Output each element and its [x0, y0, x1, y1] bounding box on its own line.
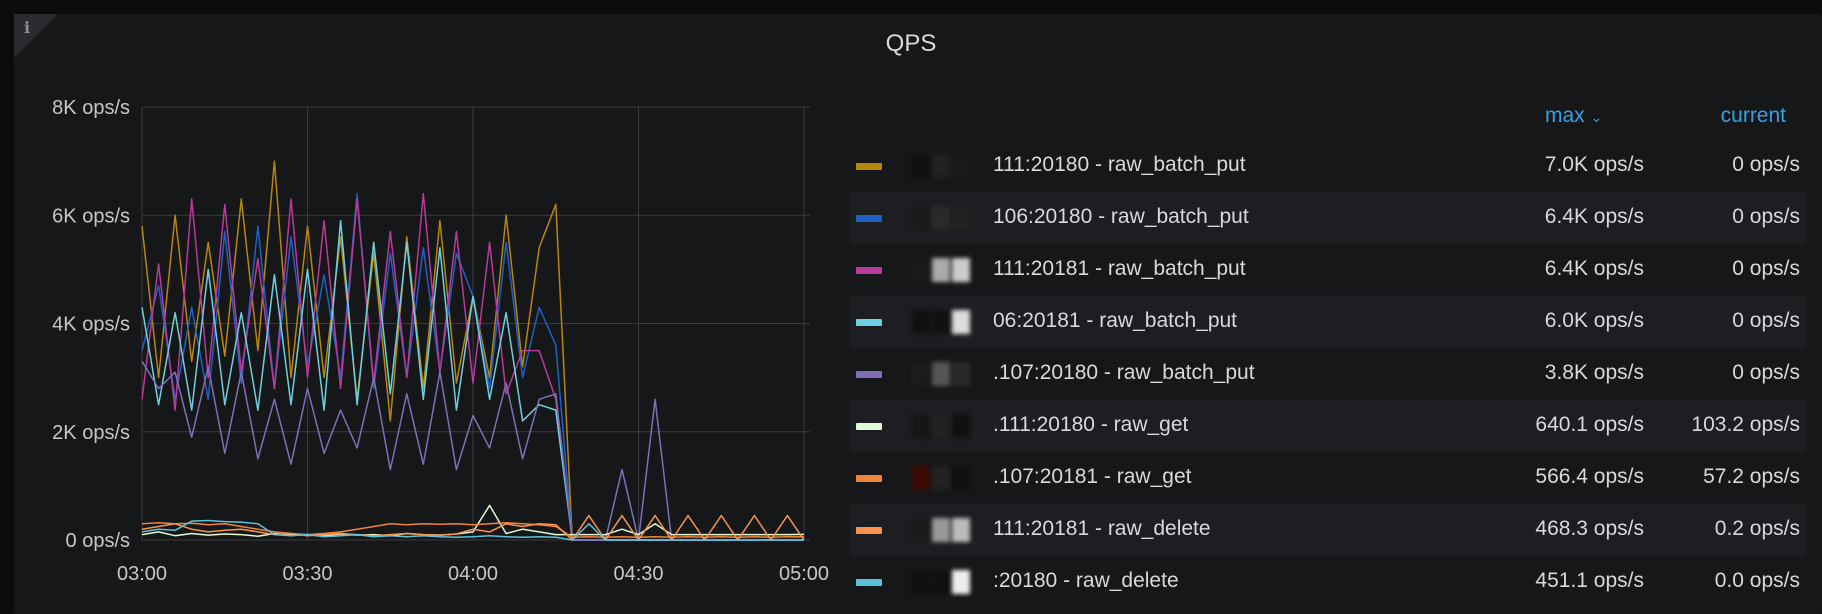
series-max: 3.8K ops/s [1544, 361, 1644, 384]
series-max: 468.3 ops/s [1535, 517, 1644, 540]
series-name[interactable]: 111:20181 - raw_delete [993, 517, 1211, 541]
redacted-host-blur [902, 202, 992, 234]
series-name[interactable]: .111:20180 - raw_get [993, 413, 1188, 437]
y-tick-label: 0 ops/s [66, 530, 130, 552]
redacted-host-blur [902, 150, 992, 182]
series-current: 103.2 ops/s [1691, 413, 1800, 436]
legend-row[interactable]: 111:20181 - raw_batch_put 6.4K ops/s 0 o… [850, 244, 1806, 296]
series-name[interactable]: :20180 - raw_delete [993, 569, 1179, 593]
max-header-label: max [1545, 104, 1585, 127]
series-current: 0.0 ops/s [1714, 569, 1800, 592]
series-color-swatch[interactable] [856, 371, 882, 378]
legend-header-max[interactable]: max ⌄ [1545, 104, 1602, 128]
series-max: 640.1 ops/s [1535, 413, 1644, 436]
series-name[interactable]: 111:20181 - raw_batch_put [993, 257, 1246, 281]
series-color-swatch[interactable] [856, 475, 882, 482]
series-current: 0.2 ops/s [1714, 517, 1800, 540]
legend-row[interactable]: .107:20181 - raw_get 566.4 ops/s 57.2 op… [850, 452, 1806, 504]
series-current: 0 ops/s [1732, 257, 1800, 280]
series-current: 57.2 ops/s [1703, 465, 1800, 488]
legend-row[interactable]: 111:20180 - raw_batch_put 7.0K ops/s 0 o… [850, 140, 1806, 192]
x-tick-label: 03:30 [282, 563, 332, 585]
qps-chart[interactable]: 0 ops/s2K ops/s4K ops/s6K ops/s8K ops/s … [0, 0, 840, 602]
y-tick-label: 8K ops/s [52, 97, 130, 119]
x-tick-label: 05:00 [779, 563, 829, 585]
x-tick-label: 04:30 [613, 563, 663, 585]
y-tick-label: 2K ops/s [52, 422, 130, 444]
series-max: 6.4K ops/s [1544, 205, 1644, 228]
series-current: 0 ops/s [1732, 309, 1800, 332]
redacted-host-blur [902, 566, 992, 598]
y-tick-label: 4K ops/s [52, 314, 130, 336]
series-current: 0 ops/s [1732, 361, 1800, 384]
series-color-swatch[interactable] [856, 527, 882, 534]
series-color-swatch[interactable] [856, 319, 882, 326]
legend-row[interactable]: .107:20180 - raw_batch_put 3.8K ops/s 0 … [850, 348, 1806, 400]
series-name[interactable]: 06:20181 - raw_batch_put [993, 309, 1237, 333]
series-max: 451.1 ops/s [1535, 569, 1644, 592]
series-name[interactable]: .107:20181 - raw_get [993, 465, 1191, 489]
legend-row[interactable]: 06:20181 - raw_batch_put 6.0K ops/s 0 op… [850, 296, 1806, 348]
redacted-host-blur [902, 306, 992, 338]
x-tick-label: 03:00 [117, 563, 167, 585]
legend-row[interactable]: .111:20180 - raw_get 640.1 ops/s 103.2 o… [850, 400, 1806, 452]
redacted-host-blur [902, 358, 992, 390]
redacted-host-blur [902, 514, 992, 546]
series-color-swatch[interactable] [856, 423, 882, 430]
redacted-host-blur [902, 462, 992, 494]
legend-row[interactable]: 106:20180 - raw_batch_put 6.4K ops/s 0 o… [850, 192, 1806, 244]
series-max: 566.4 ops/s [1535, 465, 1644, 488]
series-max: 6.0K ops/s [1544, 309, 1644, 332]
series-name[interactable]: 111:20180 - raw_batch_put [993, 153, 1246, 177]
redacted-host-blur [902, 254, 992, 286]
series-max: 6.4K ops/s [1544, 257, 1644, 280]
legend-header-current[interactable]: current [1721, 104, 1786, 128]
series-color-swatch[interactable] [856, 163, 882, 170]
chevron-down-icon: ⌄ [1590, 109, 1603, 125]
series-name[interactable]: 106:20180 - raw_batch_put [993, 205, 1249, 229]
y-tick-label: 6K ops/s [52, 205, 130, 227]
series-current: 0 ops/s [1732, 153, 1800, 176]
series-max: 7.0K ops/s [1544, 153, 1644, 176]
legend-row[interactable]: 111:20181 - raw_delete 468.3 ops/s 0.2 o… [850, 504, 1806, 556]
series-color-swatch[interactable] [856, 267, 882, 274]
series-color-swatch[interactable] [856, 579, 882, 586]
series-color-swatch[interactable] [856, 215, 882, 222]
series-name[interactable]: .107:20180 - raw_batch_put [993, 361, 1255, 385]
redacted-host-blur [902, 410, 992, 442]
legend-row[interactable]: :20180 - raw_delete 451.1 ops/s 0.0 ops/… [850, 556, 1806, 608]
series-current: 0 ops/s [1732, 205, 1800, 228]
x-tick-label: 04:00 [448, 563, 498, 585]
